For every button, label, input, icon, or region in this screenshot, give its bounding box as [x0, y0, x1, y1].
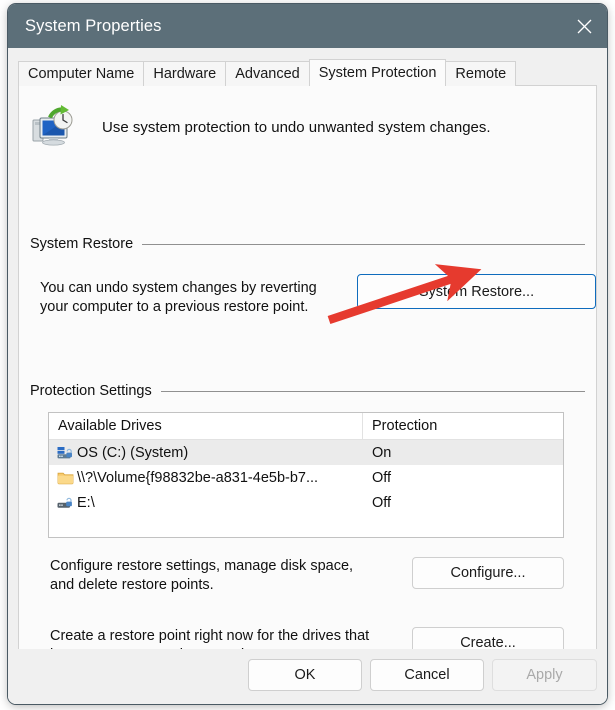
ok-button[interactable]: OK — [248, 659, 362, 691]
column-header-protection[interactable]: Protection — [363, 413, 563, 439]
tab-advanced[interactable]: Advanced — [225, 61, 310, 86]
configure-button[interactable]: Configure... — [412, 557, 564, 589]
group-divider — [161, 391, 585, 392]
tab-remote[interactable]: Remote — [445, 61, 516, 86]
available-drives-list[interactable]: Available Drives Protection — [48, 412, 564, 538]
protection-header-text: Use system protection to undo unwanted s… — [102, 119, 491, 136]
system-restore-description: You can undo system changes by reverting… — [40, 279, 370, 317]
table-row[interactable]: E:\ Off — [49, 490, 563, 515]
cancel-button[interactable]: Cancel — [370, 659, 484, 691]
system-restore-description-line1: You can undo system changes by reverting — [40, 279, 370, 298]
tab-computer-name[interactable]: Computer Name — [18, 61, 144, 86]
apply-button: Apply — [492, 659, 597, 691]
protection-status: Off — [363, 495, 563, 511]
drive-lock-icon — [57, 494, 74, 511]
table-row[interactable]: \\?\Volume{f98832be-a831-4e5b-b7... Off — [49, 465, 563, 490]
tab-system-protection[interactable]: System Protection — [309, 59, 447, 86]
drive-label: E:\ — [77, 495, 95, 511]
table-row[interactable]: OS (C:) (System) On — [49, 440, 563, 465]
protection-status: On — [363, 445, 563, 461]
create-description-line1: Create a restore point right now for the… — [50, 627, 430, 646]
drive-cell: E:\ — [49, 494, 363, 511]
drive-cell: \\?\Volume{f98832be-a831-4e5b-b7... — [49, 469, 363, 486]
protection-header: Use system protection to undo unwanted s… — [30, 104, 491, 150]
dialog-footer: OK Cancel Apply — [8, 649, 607, 704]
drive-label: OS (C:) (System) — [77, 445, 188, 461]
system-restore-button[interactable]: System Restore... — [357, 274, 596, 309]
tab-hardware[interactable]: Hardware — [143, 61, 226, 86]
folder-icon — [57, 469, 74, 486]
drive-label: \\?\Volume{f98832be-a831-4e5b-b7... — [77, 470, 318, 486]
configure-description-line2: and delete restore points. — [50, 576, 410, 595]
drive-cell: OS (C:) (System) — [49, 444, 363, 461]
system-restore-description-line2: your computer to a previous restore poin… — [40, 298, 370, 317]
close-icon[interactable] — [561, 4, 607, 48]
system-restore-group-label: System Restore — [30, 236, 142, 252]
system-restore-icon — [30, 104, 76, 150]
system-restore-group-header: System Restore — [30, 236, 585, 252]
tab-strip: Computer Name Hardware Advanced System P… — [18, 59, 597, 86]
list-header-row: Available Drives Protection — [49, 413, 563, 440]
system-properties-window: System Properties Computer Name Hardware… — [8, 4, 607, 704]
windows-drive-lock-icon — [57, 444, 74, 461]
window-title: System Properties — [25, 17, 162, 36]
protection-status: Off — [363, 470, 563, 486]
title-bar: System Properties — [8, 4, 607, 48]
column-header-available-drives[interactable]: Available Drives — [49, 413, 363, 439]
window-body: Computer Name Hardware Advanced System P… — [8, 48, 607, 704]
protection-settings-group-header: Protection Settings — [30, 383, 585, 399]
group-divider — [142, 244, 585, 245]
configure-description: Configure restore settings, manage disk … — [50, 557, 410, 595]
protection-settings-group-label: Protection Settings — [30, 383, 161, 399]
configure-description-line1: Configure restore settings, manage disk … — [50, 557, 410, 576]
